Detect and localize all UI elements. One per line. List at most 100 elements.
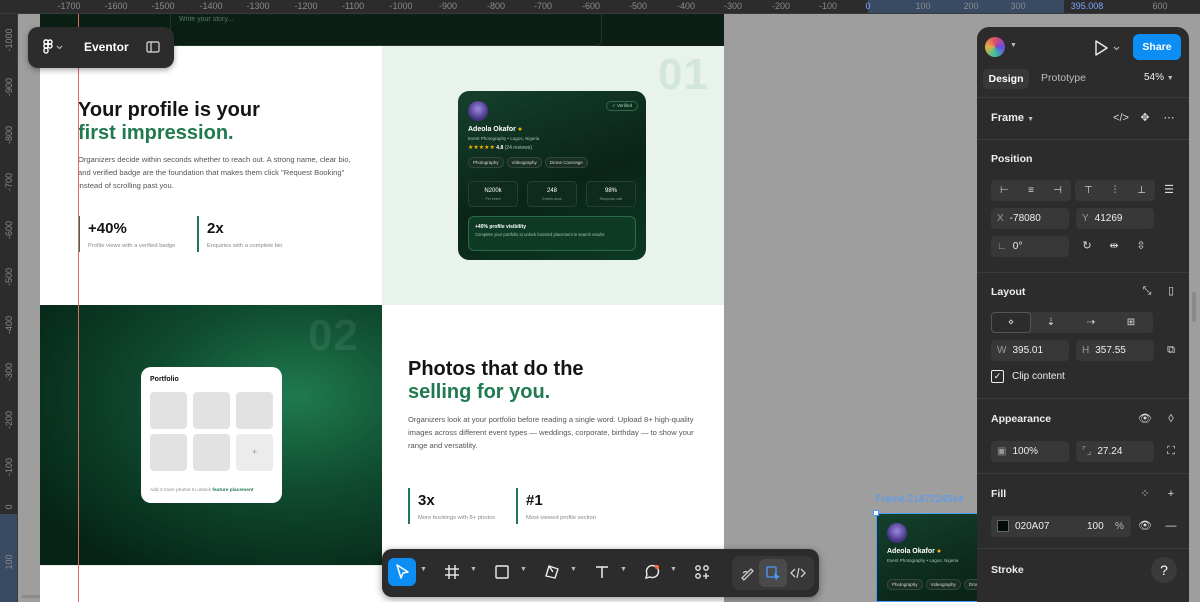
- portfolio-section-text[interactable]: Photos that do the selling for you. Orga…: [382, 305, 724, 565]
- resize-to-fit-icon[interactable]: ⤡: [1137, 281, 1157, 301]
- profile-section-text[interactable]: Your profile is your first impression. O…: [40, 46, 382, 305]
- hint-link: feature placement: [212, 488, 254, 493]
- height-field[interactable]: H 357.55: [1076, 340, 1154, 361]
- text-tool-button[interactable]: [588, 558, 616, 586]
- layout-vertical-icon[interactable]: ⇣: [1031, 312, 1071, 333]
- present-button[interactable]: [1093, 39, 1123, 57]
- opacity-value: 100%: [1012, 446, 1039, 457]
- ruler-tick: -400: [676, 1, 696, 11]
- zoom-value: 54%: [1144, 72, 1165, 83]
- ruler-tick: -1600: [104, 1, 128, 11]
- frame-tool-button[interactable]: [438, 558, 466, 586]
- metric-label: Response rate: [599, 197, 623, 201]
- rotate-icon[interactable]: ↻: [1077, 236, 1097, 256]
- actions-button[interactable]: [688, 558, 716, 586]
- draw-mode-button[interactable]: [734, 559, 762, 587]
- photo-slot[interactable]: [193, 434, 230, 471]
- more-icon[interactable]: ⋯: [1159, 108, 1179, 128]
- add-photo-button[interactable]: +: [236, 434, 273, 471]
- flip-horizontal-icon[interactable]: ⇹: [1104, 236, 1124, 256]
- main-menu-button[interactable]: [40, 36, 66, 58]
- align-center-v-icon[interactable]: ⫶: [1102, 180, 1128, 201]
- align-top-icon[interactable]: ⊤: [1075, 180, 1101, 201]
- profile-card[interactable]: ✓ Verified Adeola Okafor ● Event Photogr…: [458, 91, 646, 260]
- align-left-icon[interactable]: ⊢: [991, 180, 1017, 201]
- frame-type-dropdown[interactable]: Frame ▼: [991, 112, 1034, 124]
- comment-tool-button[interactable]: [638, 558, 666, 586]
- canvas-frame[interactable]: Write your story... Your profile is your…: [40, 14, 724, 602]
- chevron-down-icon[interactable]: ▼: [520, 566, 527, 573]
- file-name[interactable]: Eventor: [84, 40, 129, 54]
- ruler-tick: 600: [1152, 1, 1168, 11]
- move-tool-button[interactable]: [388, 558, 416, 586]
- help-button[interactable]: ?: [1151, 557, 1177, 583]
- stroke-title: Stroke: [991, 564, 1024, 576]
- metric: 248 Events done: [527, 181, 577, 207]
- frame-label[interactable]: Frame 2147224544: [876, 494, 963, 505]
- fill-swatch[interactable]: [997, 520, 1009, 533]
- layout-horizontal-icon[interactable]: ⇢: [1071, 312, 1111, 333]
- toggle-sidebar-icon[interactable]: [145, 40, 161, 54]
- photo-slot[interactable]: [236, 392, 273, 429]
- clip-content-checkbox[interactable]: ✓: [991, 370, 1004, 383]
- zoom-dropdown[interactable]: 54% ▼: [1144, 72, 1174, 83]
- guide-line[interactable]: [78, 14, 79, 602]
- styles-grid-icon[interactable]: ⁘: [1135, 484, 1155, 504]
- portfolio-card[interactable]: Portfolio + Add 3 more photos to unlock …: [141, 367, 282, 503]
- design-mode-button[interactable]: [759, 559, 787, 587]
- photo-slot[interactable]: [150, 392, 187, 429]
- panel-scrollbar[interactable]: [1192, 292, 1196, 322]
- rating-reviews: (24 reviews): [504, 145, 532, 151]
- layout-mode-group: ⋄ ⇣ ⇢ ⊞: [991, 312, 1153, 333]
- chevron-down-icon[interactable]: ▼: [420, 566, 427, 573]
- distribute-icon[interactable]: ☰: [1159, 180, 1179, 200]
- tab-prototype[interactable]: Prototype: [1041, 72, 1086, 84]
- flip-vertical-icon[interactable]: ⇳: [1131, 236, 1151, 256]
- cursor-icon: [396, 564, 409, 579]
- width-field[interactable]: W 395.01: [991, 340, 1069, 361]
- comment-icon: [645, 564, 660, 579]
- rotation-field[interactable]: ∟ 0°: [991, 236, 1069, 257]
- position-section: Position ⊢ ≡ ⊣ ⊤ ⫶ ⊥ ☰ X -78080 Y 41269 ∟ 0° ↻ …: [977, 139, 1189, 272]
- chevron-down-icon[interactable]: ▼: [620, 566, 627, 573]
- fill-color-field[interactable]: 020A07 100 %: [991, 516, 1131, 537]
- ruler-tick: -1000: [389, 1, 413, 11]
- chevron-down-icon[interactable]: ▼: [570, 566, 577, 573]
- resize-handle[interactable]: [873, 510, 879, 516]
- layout-guide-icon[interactable]: ▯: [1161, 281, 1181, 301]
- photo-slot[interactable]: [150, 434, 187, 471]
- chevron-down-icon[interactable]: ▼: [470, 566, 477, 573]
- tab-design[interactable]: Design: [983, 69, 1029, 89]
- corner-radius-field[interactable]: ⌜⌟ 27.24: [1076, 441, 1154, 462]
- align-right-icon[interactable]: ⊣: [1045, 180, 1071, 201]
- constraints-icon[interactable]: ⧉: [1161, 340, 1181, 360]
- code-icon[interactable]: </>: [1111, 108, 1131, 128]
- independent-corners-icon[interactable]: ⛶: [1161, 441, 1181, 461]
- stat-value: 2x: [207, 220, 224, 237]
- eye-icon[interactable]: 👁: [1135, 409, 1155, 429]
- file-menu-pill: Eventor: [28, 27, 174, 68]
- layout-grid-icon[interactable]: ⊞: [1111, 312, 1151, 333]
- blend-mode-icon[interactable]: ◊: [1161, 409, 1181, 429]
- ruler-tick: -400: [4, 315, 14, 335]
- dev-mode-button[interactable]: [784, 559, 812, 587]
- y-field[interactable]: Y 41269: [1076, 208, 1154, 229]
- x-field[interactable]: X -78080: [991, 208, 1069, 229]
- pencil-scribble-icon: [741, 568, 754, 581]
- pen-tool-button[interactable]: [538, 558, 566, 586]
- opacity-field[interactable]: ▣ 100%: [991, 441, 1069, 462]
- layout-freeform-icon[interactable]: ⋄: [991, 312, 1031, 333]
- photo-slot[interactable]: [193, 392, 230, 429]
- add-fill-icon[interactable]: +: [1161, 484, 1181, 504]
- share-button[interactable]: Share: [1133, 34, 1181, 60]
- play-icon: [1095, 40, 1120, 56]
- user-avatar-icon: [985, 37, 1005, 57]
- component-icon[interactable]: ✥: [1135, 108, 1155, 128]
- eye-icon[interactable]: 👁: [1135, 516, 1155, 536]
- multiplayer-avatar-button[interactable]: ▼: [985, 37, 1023, 57]
- align-center-h-icon[interactable]: ≡: [1018, 180, 1044, 201]
- chevron-down-icon[interactable]: ▼: [670, 566, 677, 573]
- shape-tool-button[interactable]: [488, 558, 516, 586]
- remove-fill-icon[interactable]: —: [1161, 516, 1181, 536]
- align-bottom-icon[interactable]: ⊥: [1129, 180, 1155, 201]
